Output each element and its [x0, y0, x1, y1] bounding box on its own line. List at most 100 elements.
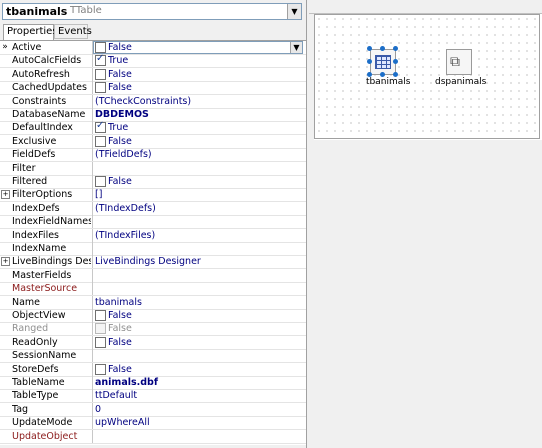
tab-events[interactable]: Events — [54, 24, 92, 39]
property-value[interactable]: animals.dbf — [95, 376, 158, 389]
property-checkbox[interactable] — [95, 120, 106, 133]
row-gutter — [0, 121, 10, 134]
column-divider — [92, 242, 93, 255]
property-value: False — [108, 310, 132, 321]
property-row[interactable]: AutoCalcFields True — [0, 53, 306, 68]
property-row[interactable]: AutoRefresh False — [0, 68, 306, 82]
property-row[interactable]: TableType ttDefault — [0, 389, 306, 403]
property-row[interactable]: UpdateObject — [0, 430, 306, 444]
property-row[interactable]: » Active ▼ False — [0, 41, 306, 55]
selection-handle[interactable] — [393, 59, 398, 64]
property-checkbox[interactable] — [95, 310, 106, 321]
expand-icon[interactable]: + — [0, 188, 10, 201]
property-row[interactable]: DefaultIndex True — [0, 120, 306, 135]
chevron-down-icon[interactable]: ▼ — [287, 4, 301, 19]
property-checkbox[interactable] — [95, 82, 106, 93]
property-value[interactable]: (TCheckConstraints) — [95, 95, 191, 108]
column-divider — [92, 95, 93, 108]
property-row[interactable]: ObjectView False — [0, 309, 306, 323]
property-name: Tag — [12, 404, 29, 415]
property-name: StoreDefs — [12, 364, 59, 375]
property-row[interactable]: +LiveBindings DesignerLiveBindings Desig… — [0, 255, 306, 269]
plus-icon[interactable]: + — [1, 190, 10, 199]
datasource-component[interactable]: ⧉ — [446, 49, 472, 75]
property-row[interactable]: IndexFiles (TIndexFiles) — [0, 229, 306, 243]
row-gutter — [0, 54, 10, 67]
property-checkbox[interactable] — [95, 176, 106, 187]
form-designer[interactable]: tbanimals ⧉ dspanimals — [314, 14, 540, 139]
property-row[interactable]: UpdateMode upWhereAll — [0, 416, 306, 430]
property-row[interactable]: FieldDefs (TFieldDefs) — [0, 148, 306, 162]
property-row[interactable]: Name tbanimals — [0, 296, 306, 310]
column-divider — [92, 322, 93, 335]
property-row[interactable]: Constraints (TCheckConstraints) — [0, 95, 306, 109]
column-divider — [92, 309, 93, 322]
column-divider — [92, 282, 93, 295]
property-checkbox[interactable] — [95, 136, 106, 147]
column-divider — [92, 81, 93, 94]
tab-properties[interactable]: Properties — [3, 24, 58, 40]
property-row[interactable]: Filter — [0, 162, 306, 176]
property-value[interactable]: [] — [95, 188, 102, 201]
property-checkbox[interactable] — [95, 364, 106, 375]
object-selector[interactable]: tbanimals TTable ▼ — [2, 3, 302, 20]
row-gutter — [0, 269, 10, 282]
property-row[interactable]: ReadOnly False — [0, 336, 306, 350]
designer-background — [314, 140, 542, 448]
property-row[interactable]: MasterSource — [0, 282, 306, 296]
property-checkbox[interactable] — [95, 53, 106, 66]
property-row[interactable]: + FilterOptions [] — [0, 188, 306, 202]
property-value[interactable]: upWhereAll — [95, 416, 150, 429]
property-name: Filter — [12, 163, 36, 174]
selection-handle[interactable] — [393, 46, 398, 51]
column-divider — [92, 403, 93, 416]
row-gutter — [0, 403, 10, 416]
property-checkbox[interactable] — [95, 69, 106, 80]
property-checkbox[interactable] — [95, 42, 106, 53]
property-row[interactable]: IndexFieldNames — [0, 215, 306, 229]
property-row[interactable]: SessionName — [0, 349, 306, 363]
property-value[interactable]: ttDefault — [95, 389, 137, 402]
plus-icon[interactable]: + — [1, 257, 10, 266]
property-checkbox[interactable] — [95, 323, 106, 334]
selection-handle[interactable] — [367, 59, 372, 64]
property-checkbox[interactable] — [95, 337, 106, 348]
property-row[interactable]: Exclusive False — [0, 135, 306, 149]
property-value[interactable]: 0 — [95, 403, 101, 416]
property-row[interactable]: DatabaseName DBDEMOS — [0, 108, 306, 122]
property-value: False — [108, 82, 132, 93]
property-name: IndexFiles — [12, 230, 59, 241]
property-row[interactable]: TableName animals.dbf — [0, 376, 306, 390]
property-value: False — [108, 337, 132, 348]
property-value[interactable]: (TIndexDefs) — [95, 202, 156, 215]
splitter[interactable] — [307, 0, 314, 448]
property-value: False — [108, 364, 132, 375]
row-gutter — [0, 242, 10, 255]
row-gutter — [0, 389, 10, 402]
property-value[interactable]: LiveBindings Designer — [95, 255, 201, 268]
row-gutter — [0, 108, 10, 121]
column-divider — [92, 108, 93, 121]
chevron-down-icon[interactable]: ▼ — [290, 42, 302, 53]
column-divider — [92, 54, 93, 67]
property-row[interactable]: MasterFields — [0, 269, 306, 283]
property-row[interactable]: Ranged False — [0, 322, 306, 336]
selection-handle[interactable] — [380, 46, 385, 51]
property-name: AutoCalcFields — [12, 55, 82, 66]
property-row[interactable]: IndexName — [0, 242, 306, 256]
selection-handle[interactable] — [367, 46, 372, 51]
property-value[interactable]: tbanimals — [95, 296, 142, 309]
property-value[interactable]: (TIndexFiles) — [95, 229, 155, 242]
property-row[interactable]: CachedUpdates False — [0, 81, 306, 95]
column-divider — [92, 296, 93, 309]
property-value[interactable]: (TFieldDefs) — [95, 148, 152, 161]
property-row[interactable]: StoreDefs False — [0, 363, 306, 377]
property-name: ObjectView — [12, 310, 66, 321]
property-name: Active — [12, 42, 42, 53]
property-row[interactable]: Tag 0 — [0, 403, 306, 417]
expand-icon[interactable]: + — [0, 255, 10, 268]
column-divider — [92, 336, 93, 349]
property-row[interactable]: IndexDefs (TIndexDefs) — [0, 202, 306, 216]
property-row[interactable]: Filtered False — [0, 175, 306, 189]
column-divider — [92, 255, 93, 268]
